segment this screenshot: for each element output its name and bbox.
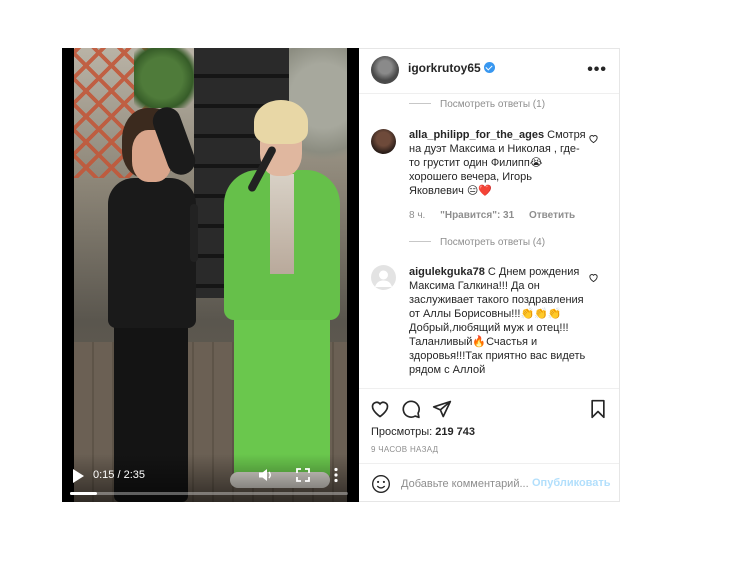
microphone-left <box>190 204 198 262</box>
comment-avatar[interactable] <box>371 265 396 290</box>
replies-line <box>409 103 431 104</box>
post-side-panel: igorkrutoy65 ••• Посмотреть ответы (1) a… <box>359 48 620 502</box>
video-controls: 0:15 / 2:35 <box>62 454 359 502</box>
comment-text: alla_philipp_for_the_ages Смотря на дуэт… <box>409 128 589 198</box>
bookmark-icon[interactable] <box>588 399 608 419</box>
comment-avatar[interactable] <box>371 129 396 154</box>
view-replies-link[interactable]: Посмотреть ответы (4) <box>409 237 545 248</box>
play-icon[interactable] <box>70 468 86 484</box>
view-replies-link[interactable]: Посмотреть ответы (1) <box>409 99 545 110</box>
replies-line <box>409 241 431 242</box>
post-header: igorkrutoy65 ••• <box>359 49 619 94</box>
like-comment-heart-icon[interactable] <box>588 133 599 144</box>
comment-text: aigulekguka78 С Днем рождения Максима Га… <box>409 265 589 377</box>
person-right-hair <box>254 100 308 144</box>
more-vertical-icon[interactable] <box>333 467 339 483</box>
add-comment-bar: Опубликовать <box>359 463 619 503</box>
share-paper-plane-icon[interactable] <box>432 399 452 419</box>
comment-author[interactable]: alla_philipp_for_the_ages <box>409 129 544 141</box>
comment-age: 8 ч. <box>409 210 426 221</box>
like-comment-heart-icon[interactable] <box>588 272 599 283</box>
fullscreen-icon[interactable] <box>296 468 310 482</box>
views-label: Просмотры: <box>371 426 433 438</box>
reply-button[interactable]: Ответить <box>529 210 575 221</box>
comment-list[interactable]: Посмотреть ответы (1) alla_philipp_for_t… <box>359 95 619 385</box>
person-right-shirt <box>270 174 294 274</box>
post-author-name[interactable]: igorkrutoy65 <box>408 61 481 75</box>
post-actions <box>359 388 619 428</box>
seek-bar-progress <box>70 492 97 495</box>
view-replies-label: Посмотреть ответы (1) <box>440 99 546 110</box>
video-player[interactable]: 0:15 / 2:35 <box>62 48 359 502</box>
video-time: 0:15 / 2:35 <box>93 469 145 481</box>
publish-button[interactable]: Опубликовать <box>532 477 611 489</box>
post-author[interactable]: igorkrutoy65 <box>408 61 495 75</box>
comment-meta: 8 ч. "Нравится": 31 Ответить <box>409 210 587 221</box>
more-horizontal-icon[interactable]: ••• <box>587 61 607 79</box>
views-value: 219 743 <box>435 426 476 438</box>
comment-likes[interactable]: "Нравится": 31 <box>440 210 514 221</box>
video-frame <box>74 48 347 502</box>
default-avatar-icon <box>375 270 392 287</box>
comment-body: С Днем рождения Максима Галкина!!! Да он… <box>409 266 586 376</box>
seek-bar[interactable] <box>70 492 348 495</box>
person-left-body <box>108 178 196 328</box>
verified-badge-icon <box>483 62 495 73</box>
comment-input[interactable] <box>401 476 529 492</box>
emoji-icon[interactable] <box>371 474 391 494</box>
avatar[interactable] <box>371 56 399 84</box>
post-timestamp[interactable]: 9 ЧАСОВ НАЗАД <box>371 445 438 454</box>
comment-author[interactable]: aigulekguka78 <box>409 266 485 278</box>
volume-icon[interactable] <box>258 467 274 483</box>
view-count[interactable]: Просмотры: 219 743 <box>371 426 475 438</box>
comment-bubble-icon[interactable] <box>401 399 421 419</box>
view-replies-label: Посмотреть ответы (4) <box>440 237 546 248</box>
like-heart-icon[interactable] <box>370 399 390 419</box>
